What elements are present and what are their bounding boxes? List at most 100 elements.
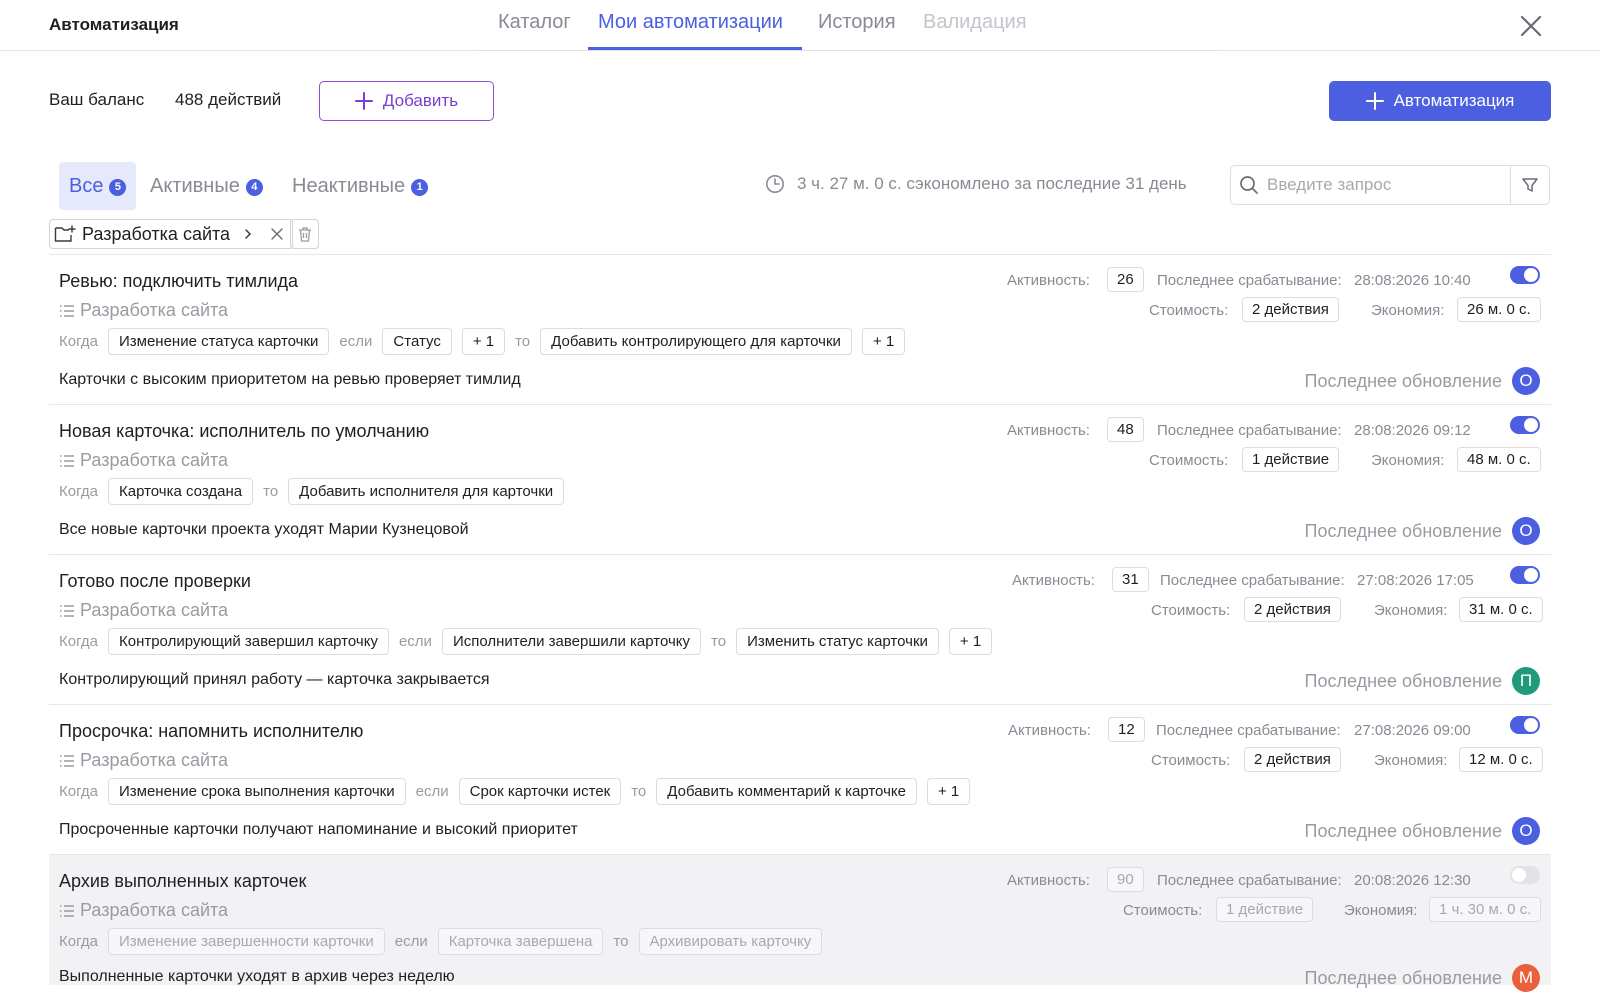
action-tag: Добавить контролирующего для карточки [540, 327, 852, 355]
automation-project: Разработка сайта [59, 900, 228, 921]
activity-label: Активность: [1012, 572, 1095, 589]
filter-tab-all[interactable]: Все 5 [59, 162, 137, 210]
automation-description: Просроченные карточки получают напоминан… [59, 821, 578, 838]
when-label: Когда [59, 782, 98, 800]
automation-row[interactable]: Новая карточка: исполнитель по умолчанию… [49, 405, 1551, 555]
if-label: если [339, 332, 373, 350]
automation-row[interactable]: Ревью: подключить тимлида Разработка сай… [49, 255, 1551, 405]
clear-icon[interactable] [270, 227, 284, 241]
automation-description: Карточки с высоким приоритетом на ревью … [59, 371, 521, 388]
count-badge: 1 [411, 178, 429, 196]
enable-toggle[interactable] [1510, 416, 1540, 434]
automation-title: Готово после проверки [59, 571, 251, 591]
list-icon [60, 304, 74, 317]
saving-label: Экономия: [1374, 752, 1448, 769]
main-tabs: Каталог Мои автоматизации История Валида… [478, 0, 1218, 51]
chevron-right-icon[interactable] [242, 228, 254, 240]
if-label: если [398, 632, 432, 650]
avatar[interactable]: П [1512, 667, 1540, 695]
automation-rule: Когда Карточка создана то Добавить испол… [59, 477, 565, 505]
activity-value: 48 [1107, 417, 1144, 442]
count-badge: 4 [245, 178, 263, 196]
automation-project: Разработка сайта [59, 300, 228, 321]
avatar[interactable]: О [1512, 367, 1540, 395]
add-balance-button[interactable]: Добавить [319, 81, 494, 121]
close-icon[interactable] [1518, 13, 1544, 39]
cost-value: 2 действия [1244, 747, 1341, 772]
filter-tab-active[interactable]: Активные 4 [150, 162, 263, 210]
automation-project: Разработка сайта [59, 600, 228, 621]
create-automation-label: Автоматизация [1393, 91, 1515, 110]
search-box [1230, 165, 1550, 205]
action-tag: Архивировать карточку [638, 927, 823, 955]
enable-toggle[interactable] [1510, 716, 1540, 734]
when-label: Когда [59, 632, 98, 650]
cost-label: Стоимость: [1123, 902, 1203, 919]
saved-time: 3 ч. 27 м. 0 с. сэкономлено за последние… [765, 174, 1187, 194]
last-update-label: Последнее обновление [1304, 968, 1502, 988]
activity-label: Активность: [1007, 872, 1090, 889]
activity-value: 26 [1107, 267, 1144, 292]
filter-tab-inactive-label: Неактивные [292, 174, 406, 197]
saving-value: 1 ч. 30 м. 0 с. [1429, 897, 1542, 922]
automation-project-label: Разработка сайта [80, 300, 229, 320]
enable-toggle[interactable] [1510, 866, 1540, 884]
tab-my-automations[interactable]: Мои автоматизации [598, 11, 783, 34]
automation-title: Ревью: подключить тимлида [59, 271, 299, 291]
action-more-tag: + 1 [948, 627, 993, 655]
automation-project-label: Разработка сайта [80, 750, 229, 770]
saving-label: Экономия: [1374, 602, 1448, 619]
avatar[interactable]: О [1512, 817, 1540, 845]
filter-tab-inactive[interactable]: Неактивные 1 [292, 162, 429, 210]
avatar[interactable]: М [1512, 964, 1540, 992]
create-automation-button[interactable]: Автоматизация [1329, 81, 1551, 121]
saving-value: 31 м. 0 с. [1459, 597, 1543, 622]
trash-icon[interactable] [290, 219, 319, 249]
condition-more-tag: + 1 [461, 327, 506, 355]
last-update-label: Последнее обновление [1304, 821, 1502, 841]
trigger-tag: Изменение срока выполнения карточки [107, 777, 406, 805]
automation-title: Просрочка: напомнить исполнителю [59, 721, 364, 741]
last-update-label: Последнее обновление [1304, 671, 1502, 691]
search-input[interactable] [1267, 167, 1510, 203]
last-trigger-label: Последнее срабатывание: [1157, 872, 1342, 889]
last-trigger-label: Последнее срабатывание: [1157, 422, 1342, 439]
last-trigger-label: Последнее срабатывание: [1160, 572, 1345, 589]
automation-row[interactable]: Готово после проверки Разработка сайта К… [49, 555, 1551, 705]
then-label: то [263, 482, 279, 500]
saving-label: Экономия: [1371, 302, 1445, 319]
cost-label: Стоимость: [1151, 752, 1231, 769]
automation-rule: Когда Изменение срока выполнения карточк… [59, 777, 971, 805]
automation-rule: Когда Изменение статуса карточки если Ст… [59, 327, 906, 355]
automation-row[interactable]: Архив выполненных карточек Разработка са… [49, 855, 1551, 992]
enable-toggle[interactable] [1510, 566, 1540, 584]
automation-project-label: Разработка сайта [80, 900, 229, 920]
activity-value: 12 [1108, 717, 1145, 742]
automation-row[interactable]: Просрочка: напомнить исполнителю Разрабо… [49, 705, 1551, 855]
add-balance-label: Добавить [382, 91, 459, 110]
then-label: то [613, 932, 629, 950]
active-tab-underline [588, 47, 802, 50]
project-chip[interactable]: Разработка сайта [49, 219, 294, 249]
saving-value: 12 м. 0 с. [1459, 747, 1543, 772]
last-trigger-value: 27:08:2026 17:05 [1357, 572, 1474, 589]
folder-plus-icon [54, 225, 76, 242]
condition-tag: Статус [382, 327, 452, 355]
activity-label: Активность: [1007, 272, 1090, 289]
automation-project: Разработка сайта [59, 750, 228, 771]
last-trigger-value: 20:08:2026 12:30 [1354, 872, 1471, 889]
automation-title: Архив выполненных карточек [59, 871, 307, 891]
automation-project: Разработка сайта [59, 450, 228, 471]
cost-label: Стоимость: [1149, 302, 1229, 319]
condition-tag: Карточка завершена [437, 927, 604, 955]
filter-icon[interactable] [1510, 166, 1549, 204]
action-tag: Добавить исполнителя для карточки [288, 477, 565, 505]
cost-value: 2 действия [1242, 297, 1339, 322]
tab-catalog[interactable]: Каталог [498, 11, 571, 34]
enable-toggle[interactable] [1510, 266, 1540, 284]
action-tag: Изменить статус карточки [736, 627, 939, 655]
avatar[interactable]: О [1512, 517, 1540, 545]
tab-history[interactable]: История [818, 11, 896, 34]
activity-value: 31 [1112, 567, 1149, 592]
filter-tab-active-label: Активные [150, 174, 240, 197]
